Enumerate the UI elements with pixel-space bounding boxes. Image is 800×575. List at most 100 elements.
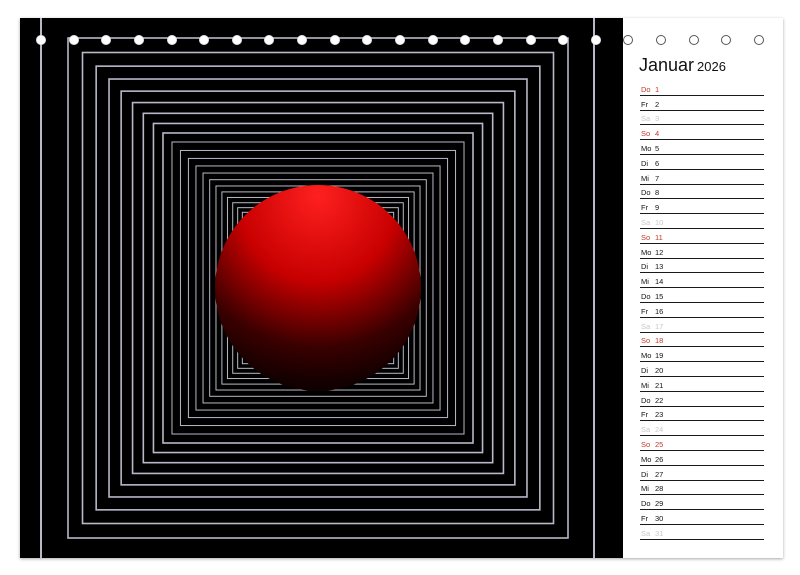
day-number: 10	[655, 217, 664, 227]
weekday-label: Di	[641, 365, 649, 375]
day-number: 23	[655, 410, 664, 420]
day-number: 26	[655, 454, 664, 464]
day-row: So 18	[640, 332, 764, 348]
weekday-label: So	[641, 336, 651, 346]
day-number: 27	[655, 469, 664, 479]
weekday-label: Sa	[641, 217, 651, 227]
weekday-label: So	[641, 129, 651, 139]
day-row: Sa 24	[640, 420, 764, 437]
day-row: So 11	[640, 228, 764, 244]
day-number: 11	[655, 232, 663, 242]
weekday-label: Sa	[641, 114, 651, 124]
day-row: Fr 16	[640, 302, 764, 318]
calendar-photo	[20, 18, 623, 558]
day-number: 29	[655, 499, 664, 509]
day-row: Sa 31	[640, 524, 764, 540]
binding-ring	[525, 35, 536, 45]
binding-ring	[166, 35, 177, 45]
weekday-label: Sa	[641, 321, 651, 331]
binding-ring	[688, 35, 699, 45]
day-number: 8	[655, 188, 660, 198]
month-title: Januar 2026	[639, 55, 726, 76]
day-number: 20	[655, 365, 664, 375]
weekday-label: Mi	[641, 173, 649, 183]
month-name: Januar	[639, 55, 695, 75]
day-number: 2	[655, 99, 660, 109]
binding-ring	[231, 35, 242, 45]
tunnel-art	[40, 18, 595, 558]
weekday-label: Fr	[641, 203, 649, 213]
day-row: Do 29	[640, 494, 764, 511]
day-row: Do 22	[640, 391, 764, 407]
weekday-label: Do	[641, 395, 651, 405]
day-number: 31	[655, 528, 664, 538]
day-row: Mi 21	[640, 376, 764, 392]
left-edge-line	[40, 18, 42, 558]
day-number: 19	[655, 351, 664, 361]
day-row: Do 8	[640, 184, 764, 200]
day-number: 16	[655, 306, 664, 316]
day-number: 24	[655, 425, 664, 435]
day-row: Di 20	[640, 361, 764, 377]
weekday-label: Do	[641, 499, 651, 509]
day-row: Mo 5	[640, 139, 764, 155]
weekday-label: Mi	[641, 380, 649, 390]
day-row: Di 6	[640, 154, 764, 170]
day-number: 13	[655, 262, 664, 272]
day-row: Di 27	[640, 465, 764, 481]
day-row: Di 13	[640, 258, 764, 274]
weekday-label: Mi	[641, 484, 649, 494]
day-row: Fr 30	[640, 509, 764, 525]
binding-ring	[68, 35, 79, 45]
day-row: Mo 19	[640, 346, 764, 363]
day-number: 1	[655, 84, 660, 94]
binding-ring	[395, 35, 405, 45]
day-row: Sa 3	[640, 110, 764, 126]
day-row: Do 1	[640, 80, 764, 96]
weekday-label: Fr	[641, 99, 649, 109]
day-row: Mo 26	[640, 450, 764, 466]
weekday-label: Di	[641, 262, 649, 272]
day-number: 9	[655, 203, 660, 213]
right-edge-line	[593, 18, 595, 558]
day-number: 7	[655, 173, 660, 183]
day-number: 18	[655, 336, 664, 346]
weekday-label: Fr	[641, 306, 649, 316]
day-row: Sa 17	[640, 317, 764, 333]
day-row: So 4	[640, 124, 764, 141]
day-number: 22	[655, 395, 664, 405]
day-number: 12	[655, 247, 664, 257]
day-row: Fr 2	[640, 95, 764, 111]
weekday-label: Mo	[641, 351, 652, 361]
day-number: 30	[655, 513, 664, 523]
weekday-label: Sa	[641, 528, 651, 538]
weekday-label: Do	[641, 188, 651, 198]
day-row: Mi 28	[640, 480, 764, 496]
day-number: 28	[655, 484, 664, 494]
day-number: 6	[655, 158, 660, 168]
calendar-panel: Januar 2026 Do 1 Fr 2 Sa 3 So 4 Mo 5 Di 6 Mi 7 Do 8 Fr 9 Sa…	[623, 18, 783, 558]
weekday-label: Di	[641, 469, 649, 479]
binding-ring	[754, 35, 764, 45]
day-number: 14	[655, 277, 664, 287]
day-number: 25	[655, 439, 664, 449]
day-number: 15	[655, 291, 664, 301]
binding-ring	[427, 35, 438, 45]
day-row: Fr 9	[640, 198, 764, 215]
day-number: 17	[655, 321, 664, 331]
weekday-label: Do	[641, 291, 651, 301]
weekday-label: So	[641, 232, 651, 242]
weekday-label: Sa	[641, 425, 651, 435]
weekday-label: Fr	[641, 513, 649, 523]
weekday-label: Di	[641, 158, 649, 168]
weekday-label: Mo	[641, 143, 652, 153]
weekday-label: Mo	[641, 247, 652, 257]
binding-ring	[36, 35, 46, 45]
day-number: 4	[655, 129, 660, 139]
day-row: Fr 23	[640, 406, 764, 422]
binding-ring	[492, 35, 503, 45]
weekday-label: Fr	[641, 410, 649, 420]
weekday-label: Mi	[641, 277, 649, 287]
day-number: 21	[655, 380, 664, 390]
day-row: Mi 14	[640, 272, 764, 289]
